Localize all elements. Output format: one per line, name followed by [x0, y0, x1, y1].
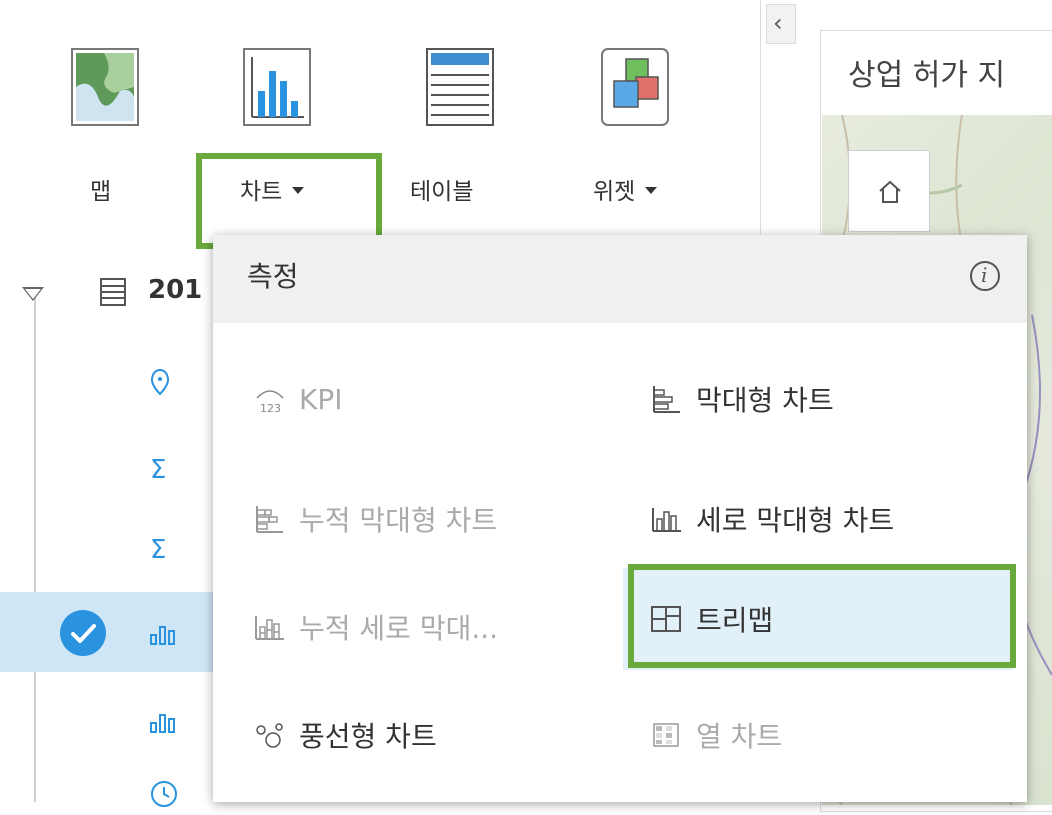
- column-chart-icon: [650, 504, 684, 534]
- tree-connector-line: [34, 295, 36, 802]
- collapse-triangle-icon[interactable]: [22, 287, 44, 301]
- chevron-down-icon: [645, 187, 658, 194]
- heat-chart-icon: [650, 720, 684, 750]
- table-tool-icon[interactable]: [425, 47, 495, 127]
- menu-item-stacked-column-chart[interactable]: 누적 세로 막대...: [253, 597, 498, 657]
- menu-item-kpi-label: KPI: [299, 382, 343, 416]
- sum-field-icon[interactable]: Σ: [150, 455, 166, 485]
- dropdown-header-label: 측정: [247, 260, 299, 293]
- menu-item-column-chart[interactable]: 세로 막대형 차트: [650, 489, 894, 549]
- home-button[interactable]: [848, 150, 930, 232]
- treemap-highlight-box: [628, 564, 1016, 668]
- bar-field-icon[interactable]: [150, 710, 176, 740]
- menu-item-stacked-bar-chart[interactable]: 누적 막대형 차트: [253, 489, 497, 549]
- menu-item-bubble-chart[interactable]: 풍선형 차트: [253, 705, 437, 765]
- map-tool-icon[interactable]: [70, 47, 140, 127]
- stacked-bar-chart-icon: [253, 504, 287, 534]
- location-field-icon[interactable]: [150, 368, 170, 405]
- chevron-left-icon: ‹: [773, 9, 783, 37]
- kpi-icon: 123: [253, 384, 287, 415]
- info-icon[interactable]: i: [970, 261, 1000, 291]
- menu-item-stacked-column-chart-label: 누적 세로 막대...: [299, 612, 499, 645]
- dropdown-header: 측정 i: [213, 235, 1027, 323]
- bar-field-icon[interactable]: [150, 622, 176, 652]
- map-tool-label[interactable]: 맵: [90, 172, 111, 206]
- svg-text:123: 123: [260, 402, 281, 414]
- chart-type-dropdown: 측정 i 123 KPI 막대형 차트 누적 막대형 차트 세로 막대형 차트 …: [213, 235, 1027, 802]
- menu-item-heat-chart[interactable]: 열 차트: [650, 705, 782, 765]
- menu-item-column-chart-label: 세로 막대형 차트: [696, 504, 895, 537]
- menu-item-stacked-bar-chart-label: 누적 막대형 차트: [299, 504, 498, 537]
- menu-item-kpi[interactable]: 123 KPI: [253, 369, 343, 429]
- chart-tool-icon[interactable]: [242, 47, 312, 127]
- bubble-chart-icon: [253, 720, 287, 750]
- collapse-panel-button[interactable]: ‹: [766, 4, 796, 44]
- menu-item-heat-chart-label: 열 차트: [696, 720, 783, 753]
- widget-tool-icon[interactable]: [600, 47, 670, 127]
- checkmark-icon[interactable]: [60, 610, 106, 656]
- selected-field-row[interactable]: [0, 592, 215, 672]
- table-tool-label[interactable]: 테이블: [410, 172, 473, 206]
- menu-item-bubble-chart-label: 풍선형 차트: [299, 720, 437, 753]
- stacked-column-chart-icon: [253, 612, 287, 642]
- clock-field-icon[interactable]: [150, 780, 178, 815]
- dataset-title[interactable]: 201: [148, 275, 202, 305]
- map-card-title[interactable]: 상업 허가 지: [848, 50, 1005, 94]
- widget-tool-label: 위젯: [593, 179, 636, 205]
- menu-item-bar-chart[interactable]: 막대형 차트: [650, 369, 834, 429]
- home-icon: [879, 180, 901, 203]
- widget-tool-button[interactable]: 위젯: [593, 172, 658, 206]
- menu-item-bar-chart-label: 막대형 차트: [696, 384, 834, 417]
- bar-chart-icon: [650, 384, 684, 414]
- table-icon: [100, 278, 126, 306]
- sum-field-icon[interactable]: Σ: [150, 535, 166, 565]
